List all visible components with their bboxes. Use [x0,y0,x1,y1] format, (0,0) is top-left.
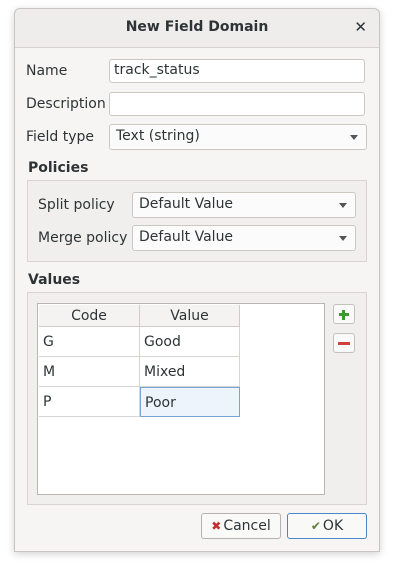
split-policy-label: Split policy [38,197,115,213]
merge-policy-select[interactable]: Default Value [132,225,356,251]
policies-title: Policies [28,160,89,176]
cell-value[interactable]: Mixed [140,357,240,387]
title-bar: New Field Domain ✕ [15,9,379,48]
cell-value-selected[interactable]: Poor [140,387,240,417]
add-row-button[interactable] [333,304,355,324]
field-type-label: Field type [26,129,95,145]
values-title: Values [28,272,81,288]
chevron-down-icon [350,135,358,140]
plus-icon-stroke [342,310,345,320]
chevron-down-icon [339,203,347,208]
column-header-value[interactable]: Value [140,305,240,327]
ok-button[interactable]: ✔ OK [287,513,367,539]
column-header-code[interactable]: Code [39,305,140,327]
merge-policy-label: Merge policy [38,230,128,246]
ok-icon: ✔ [310,519,321,533]
name-input[interactable]: track_status [109,59,365,83]
new-field-domain-dialog: New Field Domain ✕ Name track_status Des… [14,8,380,552]
minus-icon [338,342,350,345]
close-icon[interactable]: ✕ [354,18,367,36]
description-label: Description [26,96,106,112]
cell-code[interactable]: M [39,357,140,387]
chevron-down-icon [339,236,347,241]
cancel-button[interactable]: ✖ Cancel [201,513,281,539]
field-type-value: Text (string) [116,128,200,144]
field-type-select[interactable]: Text (string) [109,124,367,150]
description-input[interactable] [109,92,365,116]
dialog-title: New Field Domain [125,19,269,35]
policies-group: Split policy Default Value Merge policy … [27,180,367,262]
cancel-label: Cancel [223,518,271,534]
cell-code[interactable]: P [39,387,140,417]
ok-label: OK [322,518,344,534]
split-policy-select[interactable]: Default Value [132,192,356,218]
values-table[interactable]: Code Value G Good M Mixed P Poor [37,303,325,495]
cell-code[interactable]: G [39,327,140,357]
cell-value[interactable]: Good [140,327,240,357]
cancel-icon: ✖ [211,519,222,533]
name-label: Name [26,63,68,79]
merge-policy-value: Default Value [139,229,234,245]
remove-row-button[interactable] [333,333,355,353]
split-policy-value: Default Value [139,196,234,212]
